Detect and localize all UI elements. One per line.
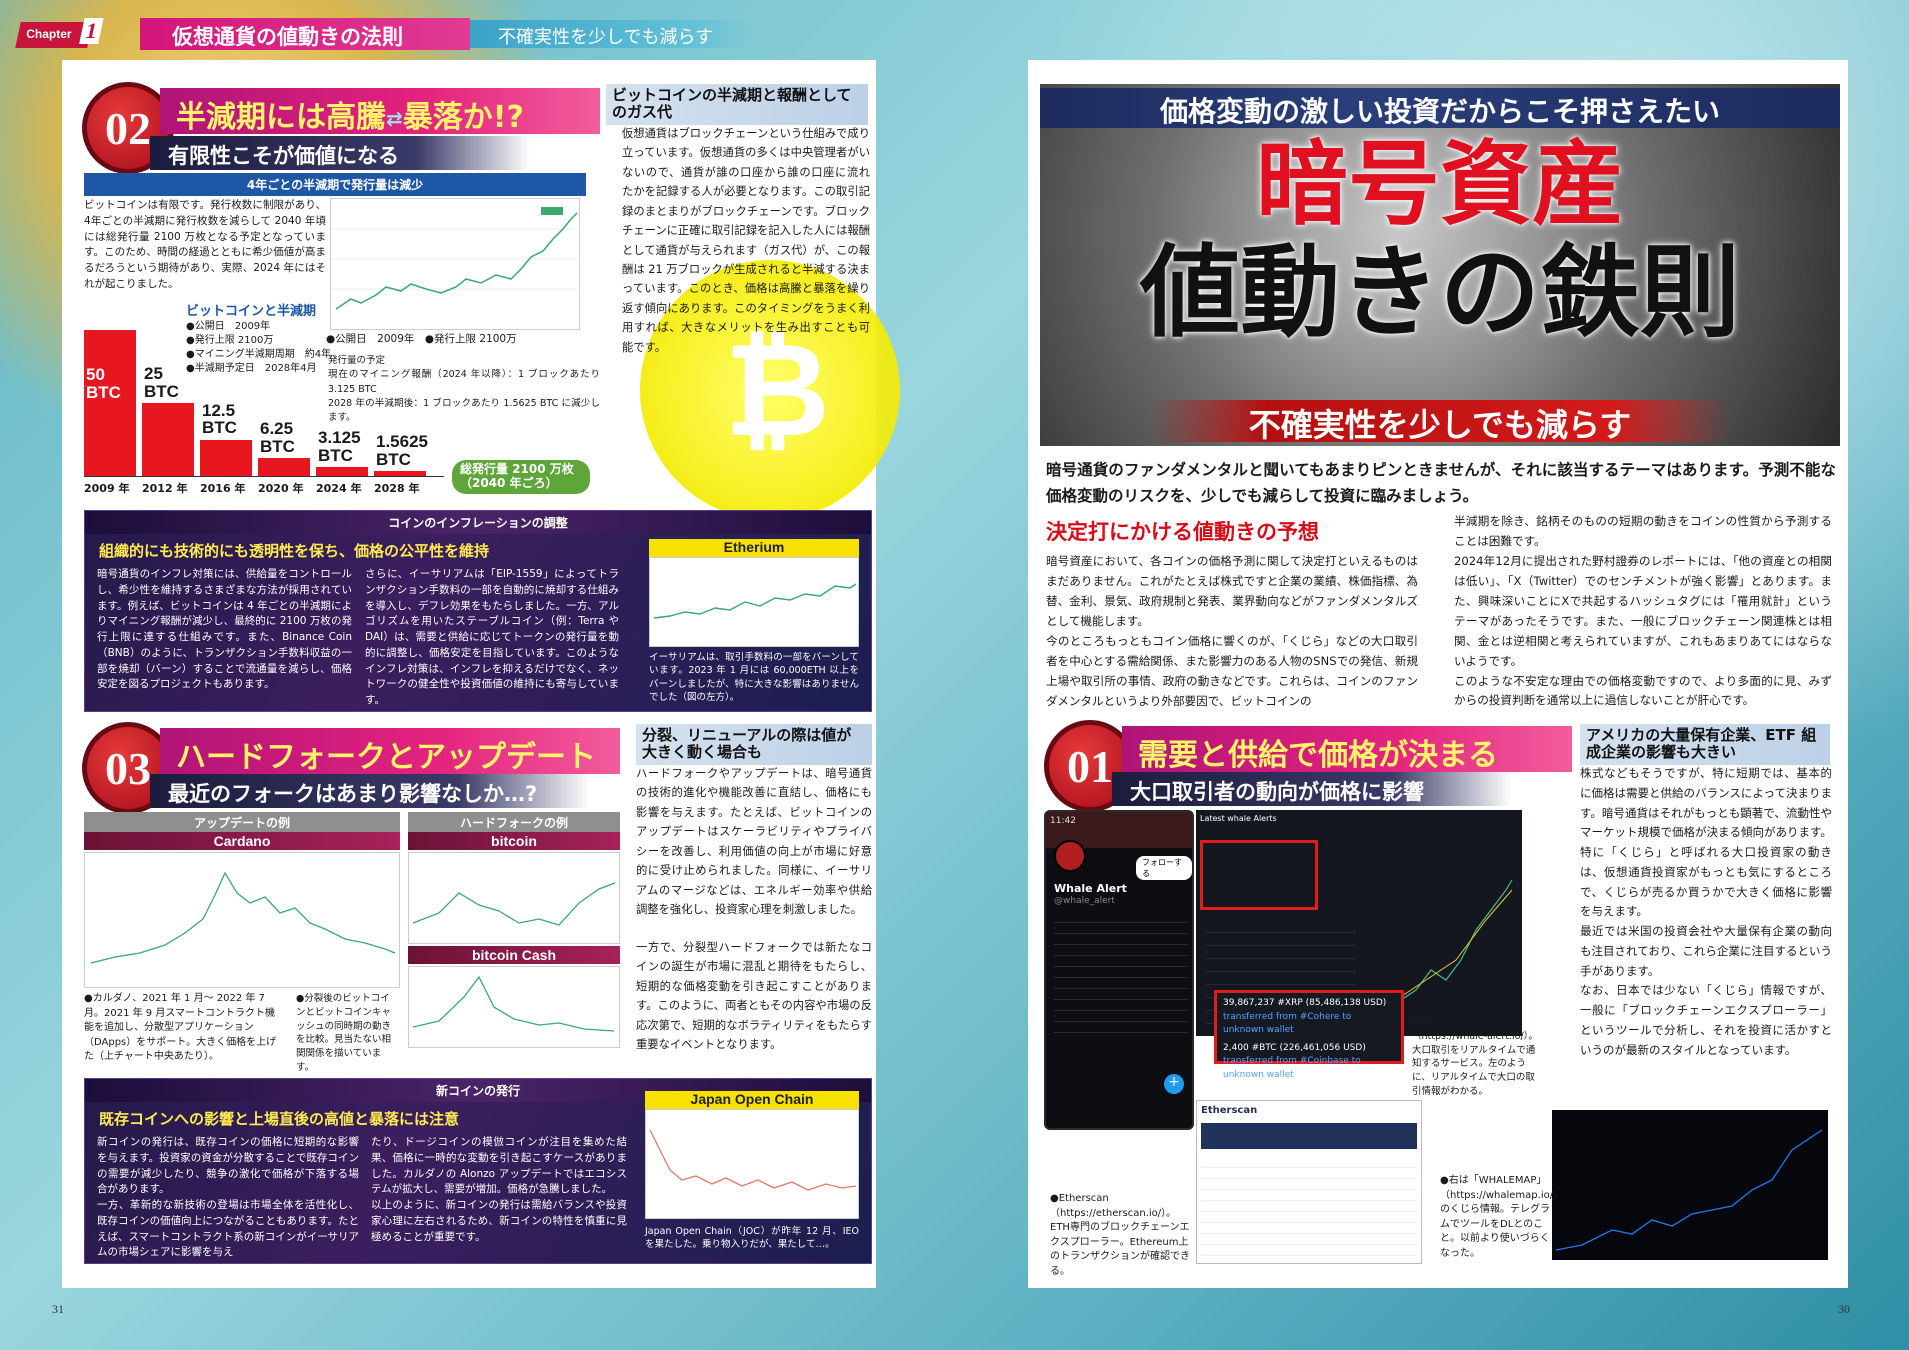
joc-label: Japan Open Chain [645,1091,859,1109]
halving-intro: ビットコインは有限です。発行枚数に制限があり、4年ごとの半減期に発行枚数を減らし… [84,199,326,290]
update-example-label: アップデートの例 [84,812,400,833]
halving-bar-title: 4年ごとの半減期で発行量は減少 [84,173,586,196]
phone-feed [1054,912,1188,1042]
halving-bar-label: 50 BTC [86,365,121,402]
section-01-subheading: 大口取引者の動向が価格に影響 [1112,772,1512,806]
halving-year-label: 2028 年 [374,482,420,495]
cardano-caption: ●カルダノ、2021 年 1 月〜 2022 年 7 月。2021 年 9 月ス… [84,993,277,1062]
highlight-box [1200,840,1318,910]
newcoin-box: 新コインの発行 既存コインへの影響と上場直後の高値と暴落には注意 新コインの発行… [84,1078,872,1264]
feature-hero: 価格変動の激しい投資だからこそ押さえたい 暗号資産 値動きの鉄則 不確実性を少し… [1040,84,1840,446]
sec01-side-heading: アメリカの大量保有企業、ETF 組成企業の影響も大きい [1580,724,1830,765]
bitcoin-fork-line [412,882,616,926]
newcoin-col1: 新コインの発行は、既存コインの価格に短期的な影響を与えます。投資家の資金が分散す… [97,1136,359,1259]
whalemap-line [1555,1129,1823,1251]
cardano-line [90,871,396,964]
running-title: 仮想通貨の値動きの法則 [140,18,470,50]
halving-year-label: 2012 年 [142,482,188,495]
hardfork-example-label: ハードフォークの例 [408,812,620,833]
fork-caption: ●分裂後のビットコインとビットコインキャッシュの同時期の動きを比較。見当たない相… [296,993,392,1073]
dash-title: Latest whale Alerts [1200,814,1277,823]
eth-line [653,583,857,619]
feature-title-2: 値動きの鉄則 [1140,233,1740,351]
cardano-label: Cardano [84,832,400,850]
feature-lead: 暗号通貨のファンダメンタルと聞いてもあまりピンときませんが、それに該当するテーマ… [1046,461,1836,505]
feature-heading: 決定打にかける値動きの予想 [1046,520,1319,544]
halving-reward-chart: 50 BTC 2009 年 25 BTC 2012 年 12.5 BTC 2016 年 6.… [84,300,444,495]
halving-year-label: 2024 年 [316,482,362,495]
sec02-side-heading: ビットコインの半減期と報酬としてのガス代 [606,84,868,125]
sec01-side-text: 株式などもそうですが、特に短期では、基本的に価格は需要と供給のバランスによって決… [1580,766,1832,1057]
phone-handle: @whale_alert [1054,896,1115,906]
bitcoin-label: bitcoin [408,832,620,850]
chapter-label: Chapter 1 [15,18,104,48]
section-02-subheading: 有限性こそが価値になる [150,136,530,170]
whale-alert-caption: ●Whale Alert（https://whale-alert.io/）。大口… [1412,1017,1538,1097]
halving-bar-label: 3.125 BTC [318,427,361,465]
eth-caption: イーサリアムは、取引手数料の一部をバーンしています。2023 年 1 月には 6… [649,652,859,703]
newcoin-col2: たり、ドージコインの模倣コインが注目を集めた結果、価格に一時的な変動を引き起こす… [371,1136,627,1243]
joc-line [649,1129,857,1191]
bitcoin-cash-line [412,975,615,1032]
sec02-side-text: 仮想通貨はブロックチェーンという仕組みで成り立っています。仮想通貨の多くは中央管… [622,127,870,354]
halving-year-label: 2016 年 [200,482,246,495]
halving-bar [142,403,194,476]
phone-name: Whale Alert [1054,882,1127,895]
halving-bar-label: 12.5 BTC [202,400,237,438]
total-supply-badge: 総発行量 2100 万枚 （2040 年ごろ） [452,460,590,494]
running-subtitle: 不確実性を少しでも減らす [470,20,750,48]
etherscan-screenshot: Etherscan [1196,1100,1422,1264]
swap-arrow-icon: ⇄ [386,106,403,131]
feature-title-1: 暗号資産 [1255,130,1624,238]
feature-banner: 価格変動の激しい投資だからこそ押さえたい [1040,88,1840,128]
inflation-box: コインのインフレーションの調整 組織的にも技術的にも透明性を保ち、価格の公平性を… [84,510,872,712]
joc-caption: Japan Open Chain（JOC）が昨年 12 月、IEO を果たした。… [645,1226,859,1251]
bitcoin-fork-chart [408,852,620,944]
halving-bar [258,457,310,476]
etherium-label: Etherium [649,539,859,557]
whalemap-chart [1552,1110,1828,1260]
page-number-right: 30 [1838,1302,1850,1316]
etherscan-caption: ●Etherscan（https://etherscan.io/）。ETH専門の… [1050,1193,1190,1277]
halving-bar-label: 25 BTC [144,364,179,401]
section-01-heading: 需要と供給で価格が決まる [1122,726,1572,773]
feature-col2: 半減期を除き、銘柄そのものの短期の動きをコインの性質から予測することは困難です。… [1454,514,1832,708]
page-number-left: 31 [52,1302,64,1316]
halving-bar [200,439,252,476]
section-03-heading: ハードフォークとアップデート [160,728,620,775]
bitcoin-cash-chart [408,966,620,1048]
whale-alert-phone: 11:42 フォローする Whale Alert @whale_alert + [1044,810,1194,1130]
feature-subtitle: 不確実性を少しでも減らす [1150,400,1730,444]
whalemap-caption: ●右は「WHALEMAP」（https://whalemap.io/）のくじら情… [1440,1175,1564,1259]
inflation-col1: 暗号通貨のインフレ対策には、供給量をコントロールし、希少性を維持するさまざまな方… [97,568,352,691]
sec03-side-text-2: 一方で、分裂型ハードフォークでは新たなコインの誕生が市場に混乱と期待をもたらし、… [636,941,872,1052]
cardano-chart [84,852,400,988]
etherscan-name: Etherscan [1201,1105,1258,1116]
follow-button[interactable]: フォローする [1136,856,1192,880]
section-03-subheading: 最近のフォークはあまり影響なしか…? [150,774,590,808]
avatar [1054,840,1086,872]
bitcoin-cash-label: bitcoin Cash [408,946,620,964]
halving-bar-label: 1.5625 BTC [376,432,428,470]
inflation-bar: コインのインフレーションの調整 [85,511,871,534]
section-02-heading: 半減期には高騰⇄暴落か!? [160,88,600,135]
sec03-side-heading: 分裂、リニューアルの際は値が大きく動く場合も [636,724,872,765]
sec03-side-text-1: ハードフォークやアップデートは、暗号通貨の技術的進化や機能改善に直結し、価格にも… [636,767,872,916]
halving-axis-line [84,476,444,477]
whale-alert-popup: 39,867,237 #XRP (85,486,138 USD) transfe… [1214,990,1404,1080]
joc-chart [645,1109,859,1219]
halving-bar [84,330,136,476]
compose-icon[interactable]: + [1164,1074,1184,1094]
eth-chart [649,557,859,647]
halving-year-label: 2009 年 [84,482,130,495]
halving-year-label: 2020 年 [258,482,304,495]
feature-col1: 暗号資産において、各コインの価格予測に関して決定打といえるものはまだありません。… [1046,554,1418,708]
halving-bar [316,466,368,476]
etherscan-table [1201,1157,1417,1257]
inflation-col2: さらに、イーサリアムは「EIP-1559」によってトランザクション手数料の一部を… [365,568,619,706]
etherscan-banner [1201,1123,1417,1149]
halving-bar-label: 6.25 BTC [260,418,295,456]
